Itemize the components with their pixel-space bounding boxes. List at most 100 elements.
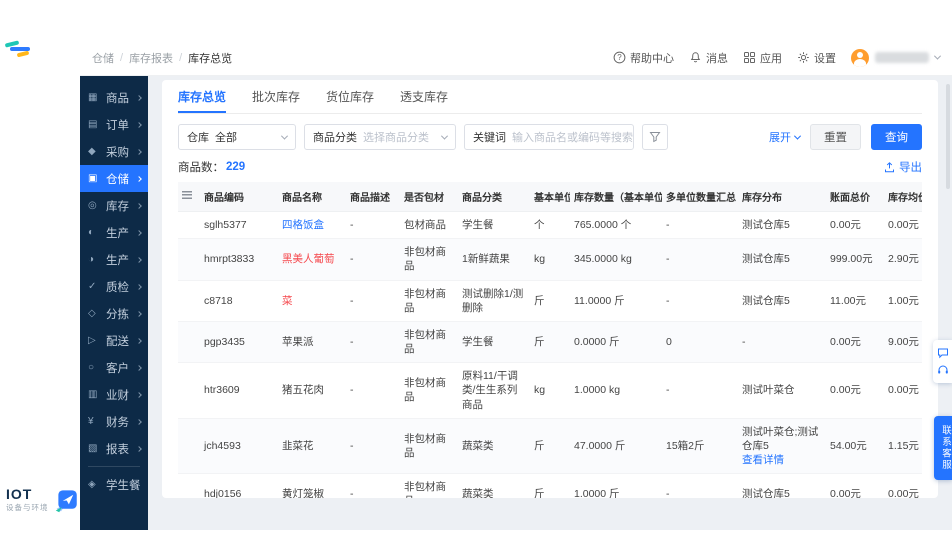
- sidebar-item-sorting[interactable]: ◇ 分拣: [80, 300, 148, 327]
- sidebar-item-finance[interactable]: ¥ 财务: [80, 408, 148, 435]
- product-name[interactable]: 菜: [282, 295, 293, 307]
- sidebar-item-reports[interactable]: ▧ 报表: [80, 435, 148, 462]
- table-row: sglh5377 四格饭盒 - 包材商品 学生餐 个 765.0000 个 - …: [178, 211, 922, 240]
- keyword-input[interactable]: 关键词 输入商品名或编码等搜索: [464, 124, 634, 150]
- sidebar-item-label: 商品: [106, 92, 129, 105]
- iot-text: IOT 设备与环境: [6, 487, 49, 513]
- sidebar-item-icon: ◇: [88, 308, 96, 319]
- cell-packaging-flag: 非包材商品: [400, 280, 458, 322]
- column-header: 商品描述: [346, 182, 400, 212]
- cell-stock-quantity: 765.0000 个: [570, 211, 662, 240]
- sidebar-item-label: 分拣: [106, 308, 129, 321]
- sidebar-item-production-1[interactable]: ◐ 生产: [80, 219, 148, 246]
- view-detail-link[interactable]: 查看详情: [742, 453, 822, 467]
- sidebar-item-student-meal[interactable]: ◈ 学生餐: [80, 471, 148, 498]
- table-row: hmrpt3833 黑美人葡萄 - 非包材商品 1新鲜蔬果 kg 345.000…: [178, 238, 922, 281]
- product-name[interactable]: 四格饭盒: [282, 219, 324, 231]
- iot-title: IOT: [6, 486, 33, 502]
- category-placeholder: 选择商品分类: [363, 132, 429, 144]
- sidebar-item-icon: ✓: [88, 281, 97, 292]
- column-header: 商品分类: [458, 182, 530, 212]
- tab-batch[interactable]: 批次库存: [252, 80, 300, 113]
- reset-button[interactable]: 重置: [810, 124, 861, 150]
- expand-filters-link[interactable]: 展开: [769, 129, 802, 145]
- cell-description: -: [346, 238, 400, 281]
- cell-category: 原料11/干调类/生生系列商品: [458, 362, 530, 419]
- product-name[interactable]: 苹果派: [282, 336, 314, 348]
- column-settings-header[interactable]: [178, 182, 200, 212]
- settings-label: 设置: [814, 52, 836, 65]
- contact-service-button[interactable]: 联系客服: [934, 416, 952, 480]
- breadcrumb-item[interactable]: 库存报表: [129, 50, 173, 66]
- sidebar-item-delivery[interactable]: ▷ 配送: [80, 327, 148, 354]
- help-center-label: 帮助中心: [630, 52, 674, 65]
- tab-location[interactable]: 货位库存: [326, 80, 374, 113]
- summary-bar: 商品数： 229 导出: [178, 159, 922, 175]
- row-leading-cell: [178, 321, 200, 364]
- support-float-button[interactable]: [933, 340, 952, 383]
- product-name[interactable]: 猪五花肉: [282, 384, 324, 396]
- settings-button[interactable]: 设置: [797, 50, 836, 66]
- cell-packaging-flag: 非包材商品: [400, 418, 458, 475]
- product-name[interactable]: 黑美人葡萄: [282, 253, 335, 265]
- sidebar-item-purchase[interactable]: ◆ 采购: [80, 138, 148, 165]
- cell-category: 学生餐: [458, 211, 530, 240]
- vertical-scrollbar[interactable]: [946, 84, 950, 189]
- sidebar-item-icon: ◈: [88, 479, 96, 490]
- sidebar-item-label: 报表: [106, 443, 129, 456]
- category-select[interactable]: 商品分类 选择商品分类: [304, 124, 456, 150]
- apps-button[interactable]: 应用: [743, 50, 782, 66]
- sidebar-item-customers[interactable]: ○ 客户: [80, 354, 148, 381]
- sidebar-item-biz-finance[interactable]: ▥ 业财: [80, 381, 148, 408]
- sidebar-item-icon: ¥: [88, 416, 94, 427]
- cell-product-code: c8718: [200, 280, 278, 322]
- warehouse-select[interactable]: 仓库 全部: [178, 124, 296, 150]
- tab-overview[interactable]: 库存总览: [178, 80, 227, 113]
- user-name: [875, 52, 929, 63]
- cell-product-code: pgp3435: [200, 321, 278, 364]
- sidebar-item-label: 业财: [106, 389, 129, 402]
- cell-stock-quantity: 345.0000 kg: [570, 238, 662, 281]
- iot-entry[interactable]: IOT 设备与环境: [6, 486, 78, 514]
- column-header: 库存均价: [884, 182, 922, 212]
- sidebar-item-inventory[interactable]: ◎ 库存: [80, 192, 148, 219]
- sidebar-item-goods[interactable]: ▦ 商品: [80, 84, 148, 111]
- cell-book-value: 54.00元: [826, 418, 884, 475]
- bell-icon: [690, 52, 701, 63]
- cell-stock-distribution: 测试仓库5: [738, 211, 826, 240]
- messages-button[interactable]: 消息: [689, 50, 728, 66]
- advanced-filter-button[interactable]: [642, 124, 668, 150]
- breadcrumb-separator: /: [179, 51, 183, 64]
- products-table: 商品编码商品名称商品描述是否包材商品分类基本单位库存数量（基本单位）多单位数量汇…: [178, 182, 922, 498]
- messages-label: 消息: [706, 52, 728, 65]
- column-header: 多单位数量汇总: [662, 182, 738, 212]
- sidebar-item-warehouse[interactable]: ▣ 仓储: [80, 165, 148, 192]
- chevron-right-icon: [136, 418, 142, 425]
- sidebar-item-label: 质检: [106, 281, 129, 294]
- help-center-button[interactable]: ? 帮助中心: [613, 50, 674, 66]
- sidebar: ▦ 商品 ▤ 订单 ◆ 采购 ▣ 仓储 ◎ 库存 ◐ 生产 ◑ 生产 ✓ 质检: [80, 76, 148, 530]
- sidebar-item-quality[interactable]: ✓ 质检: [80, 273, 148, 300]
- sidebar-item-production-2[interactable]: ◑ 生产: [80, 246, 148, 273]
- cell-multi-unit-summary: -: [662, 238, 738, 281]
- sidebar-item-icon: ◐: [88, 227, 95, 238]
- cell-stock-distribution: 测试叶菜仓;测试仓库5 查看详情: [738, 418, 826, 475]
- brand-logo[interactable]: [4, 40, 39, 58]
- table-row: c8718 菜 - 非包材商品 测试删除1/测删除 斤 11.0000 斤 - …: [178, 280, 922, 322]
- chevron-right-icon: [136, 148, 142, 155]
- product-name[interactable]: 韭菜花: [282, 440, 314, 452]
- column-header: 库存数量（基本单位）: [570, 182, 662, 212]
- search-button[interactable]: 查询: [871, 124, 922, 150]
- sidebar-item-orders[interactable]: ▤ 订单: [80, 111, 148, 138]
- chat-bubble-icon: [937, 348, 948, 359]
- tab-overdraft[interactable]: 透支库存: [400, 80, 448, 113]
- cell-book-value: 0.00元: [826, 473, 884, 498]
- export-link[interactable]: 导出: [884, 159, 922, 175]
- product-name[interactable]: 黄灯笼椒: [282, 488, 324, 498]
- user-menu[interactable]: [851, 48, 942, 67]
- row-leading-cell: [178, 280, 200, 322]
- cell-average-price: 9.00元: [884, 321, 922, 364]
- breadcrumb-item[interactable]: 仓储: [92, 50, 114, 66]
- cell-category: 学生餐: [458, 321, 530, 364]
- cell-stock-distribution: 测试仓库5: [738, 473, 826, 498]
